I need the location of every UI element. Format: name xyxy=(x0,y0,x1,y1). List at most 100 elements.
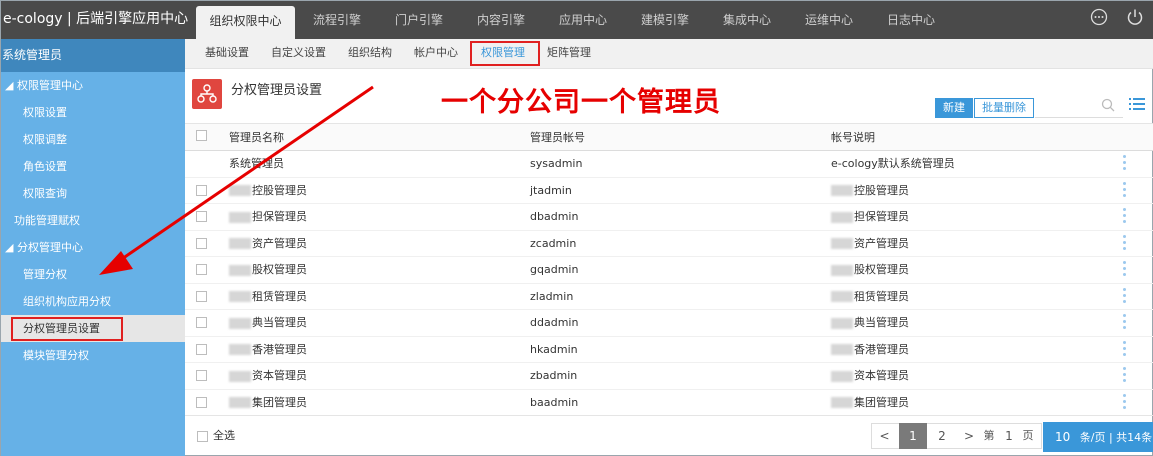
cell-account-desc: 股权管理员 xyxy=(831,257,909,283)
more-icon[interactable] xyxy=(1089,8,1109,28)
tab-modeling[interactable]: 建模引擎 xyxy=(625,1,705,39)
row-menu-icon[interactable] xyxy=(1123,181,1126,200)
cell-admin-account: sysadmin xyxy=(530,157,583,170)
search-icon[interactable] xyxy=(1101,98,1117,116)
page-size-select[interactable]: 10 条/页 | 共14条 xyxy=(1043,422,1153,452)
cell-admin-account: gqadmin xyxy=(530,263,579,276)
tab-content[interactable]: 内容引擎 xyxy=(461,1,541,39)
select-all-header-checkbox[interactable] xyxy=(196,130,207,141)
next-page-button[interactable]: > xyxy=(959,423,979,449)
column-admin-account[interactable]: 管理员帐号 xyxy=(530,124,585,151)
cell-account-desc: 担保管理员 xyxy=(831,204,909,230)
row-checkbox[interactable] xyxy=(196,237,207,249)
sidebar-item-permission-adjust[interactable]: 权限调整 xyxy=(1,126,185,153)
row-menu-icon[interactable] xyxy=(1123,261,1126,279)
redacted-mark xyxy=(831,185,853,196)
sidebar-item-permission-settings[interactable]: 权限设置 xyxy=(1,99,185,126)
subtab-org-structure[interactable]: 组织结构 xyxy=(348,39,392,69)
sidebar-group-permission-center[interactable]: ◢ 权限管理中心 xyxy=(1,72,185,99)
table-row[interactable]: 租赁管理员 zladmin 租赁管理员 xyxy=(185,284,1153,310)
new-button[interactable]: 新建 xyxy=(935,98,973,118)
table-row[interactable]: 典当管理员 ddadmin 典当管理员 xyxy=(185,310,1153,337)
cell-account-desc-text: 资产管理员 xyxy=(854,236,909,250)
tab-apps[interactable]: 应用中心 xyxy=(543,1,623,39)
redacted-mark xyxy=(229,397,251,408)
cell-account-desc: 集团管理员 xyxy=(831,390,909,416)
row-checkbox[interactable] xyxy=(196,317,207,328)
tab-portal[interactable]: 门户引擎 xyxy=(379,1,459,39)
row-menu-icon[interactable] xyxy=(1123,234,1126,253)
tab-workflow[interactable]: 流程引擎 xyxy=(297,1,377,39)
cell-account-desc-text: 集团管理员 xyxy=(854,395,909,409)
tab-integration[interactable]: 集成中心 xyxy=(707,1,787,39)
table-row[interactable]: 资产管理员 zcadmin 资产管理员 xyxy=(185,231,1153,257)
redacted-mark xyxy=(229,370,251,382)
row-checkbox[interactable] xyxy=(196,343,207,355)
subtab-account-center[interactable]: 帐户中心 xyxy=(414,39,458,69)
tab-logs[interactable]: 日志中心 xyxy=(871,1,951,39)
row-menu-icon[interactable] xyxy=(1123,393,1126,412)
column-account-desc[interactable]: 帐号说明 xyxy=(831,124,875,151)
sidebar-item-module-delegation[interactable]: 模块管理分权 xyxy=(1,342,185,369)
tab-ops[interactable]: 运维中心 xyxy=(789,1,869,39)
cell-account-desc-text: 担保管理员 xyxy=(854,210,909,223)
prev-page-button[interactable]: < xyxy=(871,423,898,449)
row-checkbox[interactable] xyxy=(196,370,207,381)
sidebar-item-function-grant[interactable]: 功能管理赋权 xyxy=(1,207,185,234)
subtab-matrix-manage[interactable]: 矩阵管理 xyxy=(547,39,591,69)
app-brand: e-cology | 后端引擎应用中心 xyxy=(3,11,189,27)
row-menu-icon[interactable] xyxy=(1123,155,1126,173)
cell-account-desc-text: 控股管理员 xyxy=(854,183,909,197)
sidebar-item-manage-delegation[interactable]: 管理分权 xyxy=(1,261,185,288)
row-menu-icon[interactable] xyxy=(1123,287,1126,306)
subtab-custom-settings[interactable]: 自定义设置 xyxy=(271,39,326,69)
page-1-button[interactable]: 1 xyxy=(899,423,927,449)
table-row[interactable]: 系统管理员 sysadmin e-cology默认系统管理员 xyxy=(185,151,1153,178)
row-checkbox[interactable] xyxy=(196,264,207,275)
row-menu-icon[interactable] xyxy=(1123,314,1126,332)
row-menu-icon[interactable] xyxy=(1123,367,1126,385)
sidebar-item-permission-query[interactable]: 权限查询 xyxy=(1,180,185,207)
cell-admin-name: 系统管理员 xyxy=(229,157,284,170)
cell-account-desc-text: 典当管理员 xyxy=(854,316,909,329)
column-admin-name[interactable]: 管理员名称 xyxy=(229,124,284,151)
page-2-button[interactable]: 2 xyxy=(928,423,956,449)
table-row[interactable]: 资本管理员 zbadmin 资本管理员 xyxy=(185,363,1153,390)
redacted-mark xyxy=(831,370,853,382)
row-checkbox[interactable] xyxy=(196,290,207,302)
row-checkbox[interactable] xyxy=(196,396,207,408)
goto-page-input[interactable]: 1 xyxy=(999,423,1019,449)
batch-delete-button[interactable]: 批量删除 xyxy=(974,98,1034,118)
table-row[interactable]: 香港管理员 hkadmin 香港管理员 xyxy=(185,337,1153,363)
subtab-basic-settings[interactable]: 基础设置 xyxy=(205,39,249,69)
table-row[interactable]: 集团管理员 baadmin 集团管理员 xyxy=(185,390,1153,416)
tab-org-permission[interactable]: 组织权限中心 xyxy=(196,6,295,39)
cell-admin-account: ddadmin xyxy=(530,316,579,329)
table-row[interactable]: 股权管理员 gqadmin 股权管理员 xyxy=(185,257,1153,284)
table-row[interactable]: 控股管理员 jtadmin 控股管理员 xyxy=(185,178,1153,204)
select-all-label[interactable]: 全选 xyxy=(213,423,235,449)
sidebar-item-role-settings[interactable]: 角色设置 xyxy=(1,153,185,180)
select-all-checkbox[interactable] xyxy=(197,431,208,442)
cell-admin-account: hkadmin xyxy=(530,342,578,356)
row-menu-icon[interactable] xyxy=(1123,208,1126,226)
goto-suffix: 页 xyxy=(1022,429,1034,442)
sub-navbar: 基础设置 自定义设置 组织结构 帐户中心 权限管理 矩阵管理 xyxy=(185,39,1153,69)
highlight-box-sidebar xyxy=(11,317,123,341)
row-menu-icon[interactable] xyxy=(1123,340,1126,359)
redacted-mark xyxy=(831,264,853,276)
power-icon[interactable] xyxy=(1125,8,1145,28)
page-size-summary: 条/页 | 共14条 xyxy=(1079,431,1153,444)
row-checkbox[interactable] xyxy=(196,184,207,196)
org-tree-icon xyxy=(192,79,222,109)
cell-admin-name-text: 租赁管理员 xyxy=(252,289,307,303)
redacted-mark xyxy=(229,291,251,302)
redacted-mark xyxy=(229,211,251,223)
list-view-icon[interactable] xyxy=(1129,97,1147,115)
row-checkbox[interactable] xyxy=(196,211,207,222)
sidebar-group-delegation-center[interactable]: ◢ 分权管理中心 xyxy=(1,234,185,261)
table-row[interactable]: 担保管理员 dbadmin 担保管理员 xyxy=(185,204,1153,231)
table-header: 管理员名称 管理员帐号 帐号说明 xyxy=(185,123,1153,151)
annotation-text: 一个分公司一个管理员 xyxy=(441,87,721,118)
sidebar-item-org-app-delegation[interactable]: 组织机构应用分权 xyxy=(1,288,185,315)
